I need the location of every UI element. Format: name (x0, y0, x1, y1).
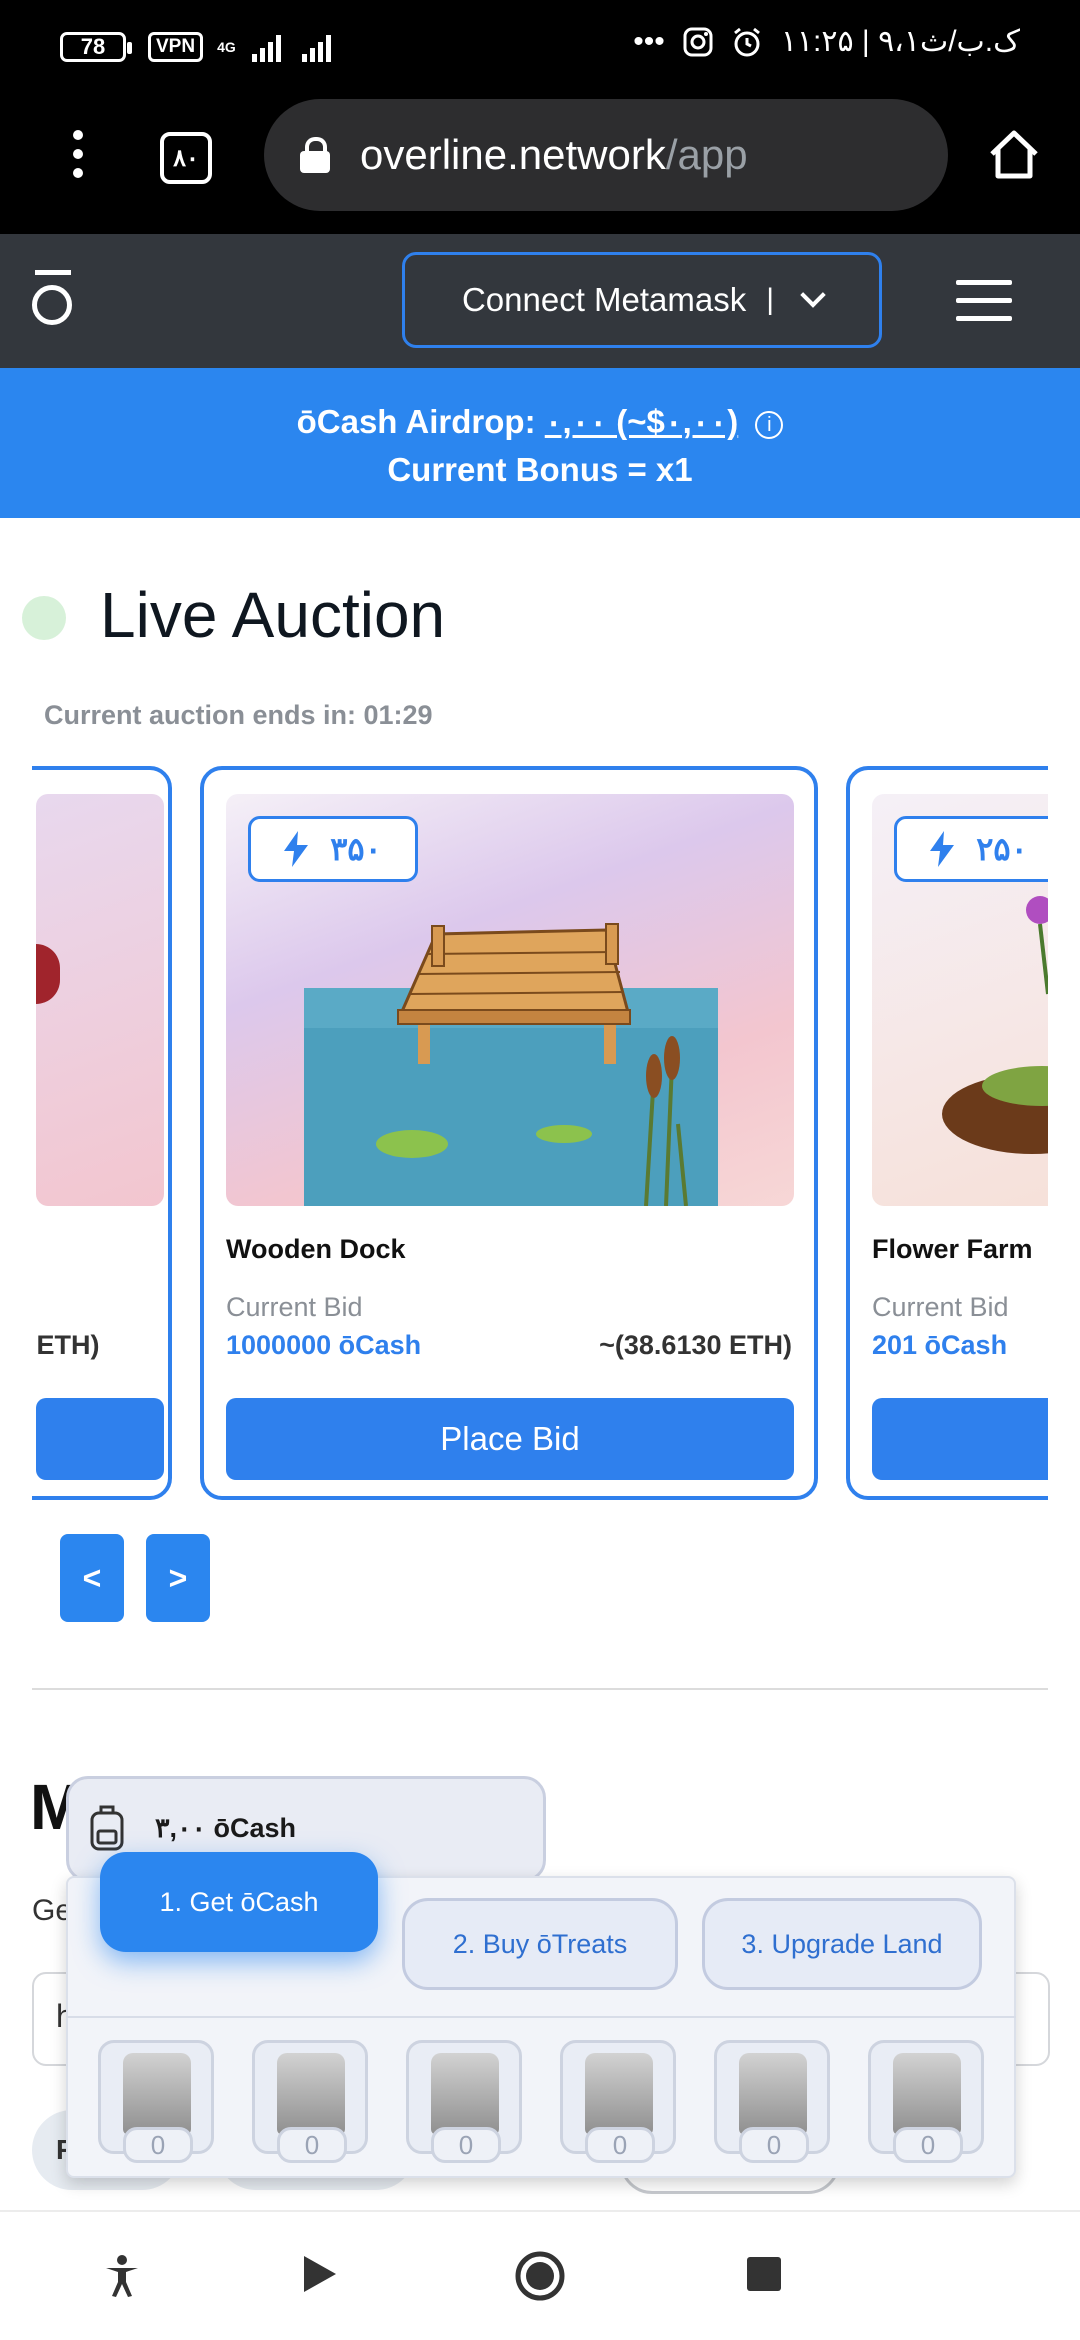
current-bid-value: 201 ōCash (872, 1330, 1008, 1360)
alarm-icon (733, 27, 760, 56)
step-get-ocash-button[interactable]: 1. Get ōCash (100, 1852, 378, 1952)
panel-divider (66, 2016, 1016, 2018)
treat-bag-icon (585, 2053, 653, 2135)
treat-count: 0 (893, 2127, 963, 2163)
energy-badge: ۲۵۰ (894, 816, 1064, 882)
treat-slot[interactable]: 0 (868, 2040, 984, 2163)
treat-bag-icon (893, 2053, 961, 2135)
auction-card-wooden-dock: ۳۵۰ Wooden Dock Current Bid 1000000 ōCas… (200, 766, 818, 1500)
treat-count: 0 (585, 2127, 655, 2163)
place-bid-button[interactable] (36, 1398, 164, 1480)
current-bonus: Current Bonus = x1 (387, 451, 693, 488)
treat-slot[interactable]: 0 (98, 2040, 214, 2163)
treat-slot[interactable]: 0 (560, 2040, 676, 2163)
live-auction-title: Live Auction (100, 579, 446, 651)
connect-separator: | (766, 283, 775, 316)
current-bid-label: Current Bid (872, 1292, 1009, 1322)
network-type: 4G (217, 39, 236, 55)
card-title: Wooden Dock (226, 1234, 406, 1264)
place-bid-button[interactable]: Place Bid (226, 1398, 794, 1480)
auction-card-flower-farm: ۲۵۰ Flower Farm Current Bid 201 ōCash (846, 766, 1080, 1500)
play-icon[interactable] (302, 2254, 338, 2294)
backpack-icon (90, 1805, 124, 1851)
lock-icon (300, 137, 330, 173)
browser-menu-icon[interactable] (66, 130, 90, 190)
treat-slot[interactable]: 0 (406, 2040, 522, 2163)
treat-bag-icon (431, 2053, 499, 2135)
energy-value: ۳۵۰ (330, 831, 382, 867)
step-upgrade-land-button[interactable]: 3. Upgrade Land (702, 1898, 982, 1990)
bid-eth: ~(38.6130 ETH) (599, 1330, 792, 1360)
stop-icon[interactable] (746, 2256, 782, 2292)
treat-bag-icon (739, 2053, 807, 2135)
hamburger-menu-icon[interactable] (956, 280, 1012, 322)
left-margin-mask (0, 760, 32, 1510)
treat-count: 0 (123, 2127, 193, 2163)
more-notifications-icon: ••• (633, 24, 665, 58)
carousel-next-button[interactable]: > (146, 1534, 210, 1622)
connect-label: Connect Metamask (461, 281, 747, 318)
treat-count: 0 (431, 2127, 501, 2163)
url-path: /app (665, 131, 748, 178)
address-bar[interactable]: overline.network/app (264, 99, 948, 211)
section-divider (32, 1688, 1048, 1690)
tab-switcher-button[interactable]: ۸۰ (160, 132, 212, 184)
treat-count: 0 (277, 2127, 347, 2163)
battery-level: 78 (80, 34, 106, 59)
energy-value: ۲۵۰ (976, 831, 1028, 867)
auction-countdown: Current auction ends in: 01:29 (44, 700, 433, 730)
treat-bag-icon (123, 2053, 191, 2135)
wooden-dock-image: ۳۵۰ (226, 794, 794, 1206)
lightning-icon (930, 831, 955, 867)
overline-logo[interactable] (32, 270, 74, 332)
instagram-icon (683, 27, 713, 56)
lightning-icon (284, 831, 309, 867)
airdrop-label: ōCash Airdrop: (296, 403, 536, 440)
app-header: Connect Metamask | (0, 234, 1080, 368)
airdrop-banner: ōCash Airdrop: ۰,۰۰ (~$۰,۰۰) i Current B… (0, 368, 1080, 518)
accessibility-icon[interactable] (102, 2254, 142, 2298)
treat-slot[interactable]: 0 (714, 2040, 830, 2163)
status-bar: 78 VPN 4G ••• ۱۱:۲۵ | ۹،۱ک.ب/ث (0, 0, 1080, 96)
vpn-indicator: VPN (148, 32, 204, 62)
url-host: overline.network (360, 131, 666, 178)
right-margin-mask (1048, 760, 1080, 1510)
treat-count: 0 (739, 2127, 809, 2163)
home-circle-icon[interactable] (514, 2250, 566, 2302)
current-bid-value: 1000000 ōCash (226, 1330, 422, 1360)
signal-icon (251, 35, 331, 62)
battery-icon: 78 (60, 32, 132, 62)
card-title: Flower Farm (872, 1234, 1033, 1264)
card-image (36, 794, 164, 1206)
info-icon[interactable]: i (755, 411, 784, 439)
home-icon[interactable] (986, 126, 1042, 182)
connect-metamask-button[interactable]: Connect Metamask | (402, 252, 882, 348)
current-bid-label: Current Bid (226, 1292, 363, 1322)
clock: ۱۱:۲۵ | ۹،۱ک.ب/ث (780, 25, 1020, 58)
system-nav-bar (0, 2210, 1080, 2340)
live-indicator-dot (22, 596, 66, 640)
energy-badge: ۳۵۰ (248, 816, 418, 882)
treat-bag-icon (277, 2053, 345, 2135)
treat-slot[interactable]: 0 (252, 2040, 368, 2163)
carousel-prev-button[interactable]: < (60, 1534, 124, 1622)
wallet-balance: ۳,۰۰ ōCash (155, 1813, 297, 1843)
browser-toolbar: ۸۰ overline.network/app (0, 96, 1080, 234)
step-buy-otreats-button[interactable]: 2. Buy ōTreats (402, 1898, 678, 1990)
airdrop-value-link[interactable]: ۰,۰۰ (~$۰,۰۰) (545, 403, 738, 440)
chevron-down-icon (800, 282, 826, 308)
